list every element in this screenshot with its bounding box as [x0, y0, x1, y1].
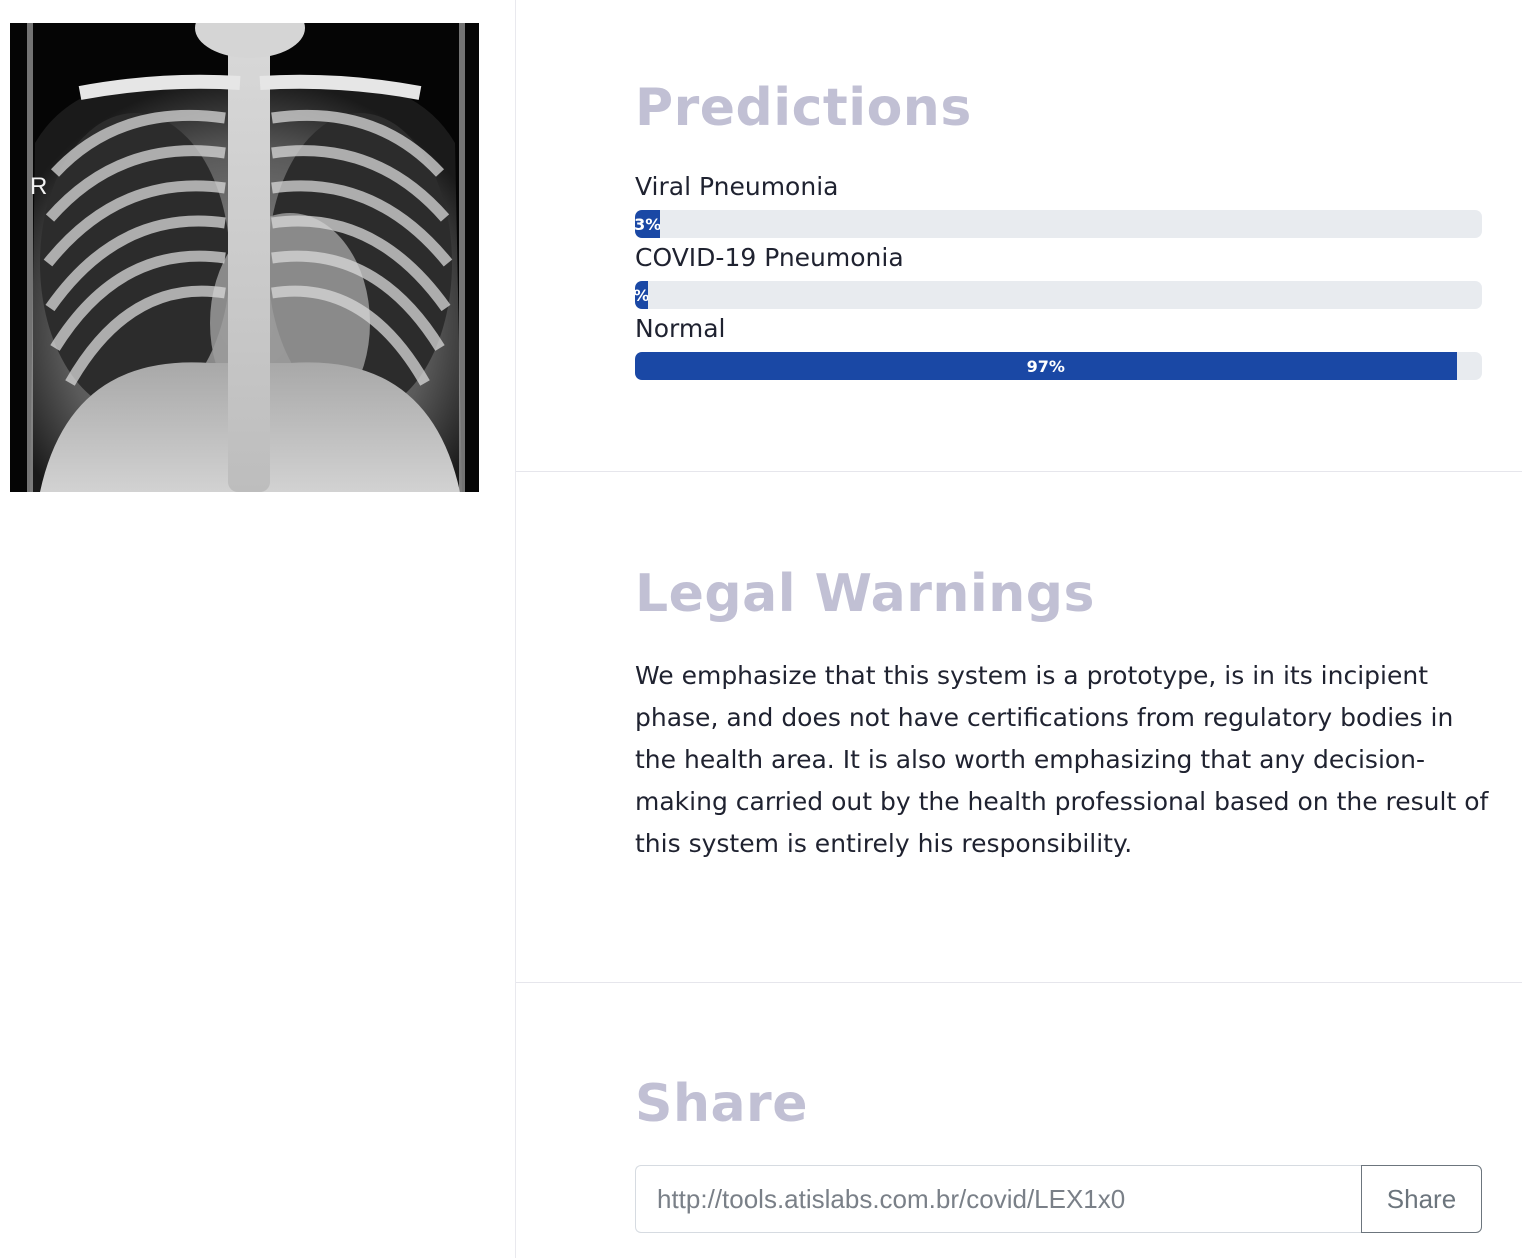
prediction-bar-normal: 97% — [635, 352, 1482, 380]
prediction-fill-normal: 97% — [635, 352, 1457, 380]
prediction-bar-viral: 3% — [635, 210, 1482, 238]
share-url-input[interactable] — [635, 1165, 1362, 1233]
prediction-fill-covid: % — [635, 281, 648, 309]
share-title: Share — [635, 1074, 808, 1134]
prediction-label-covid: COVID-19 Pneumonia — [635, 243, 904, 272]
column-divider — [515, 0, 516, 1258]
chest-xray-image: R — [10, 23, 479, 492]
prediction-fill-viral: 3% — [635, 210, 661, 238]
share-button[interactable]: Share — [1361, 1165, 1482, 1233]
predictions-title: Predictions — [635, 78, 972, 138]
xray-side-marker: R — [30, 173, 48, 200]
section-divider — [516, 982, 1522, 983]
share-input-group: Share — [635, 1165, 1482, 1233]
prediction-label-normal: Normal — [635, 314, 726, 343]
legal-warnings-title: Legal Warnings — [635, 564, 1095, 624]
prediction-bar-covid: % — [635, 281, 1482, 309]
left-column: R — [0, 0, 515, 1258]
section-divider — [516, 471, 1522, 472]
legal-warning-text: We emphasize that this system is a proto… — [635, 661, 1489, 858]
prediction-label-viral: Viral Pneumonia — [635, 172, 839, 201]
